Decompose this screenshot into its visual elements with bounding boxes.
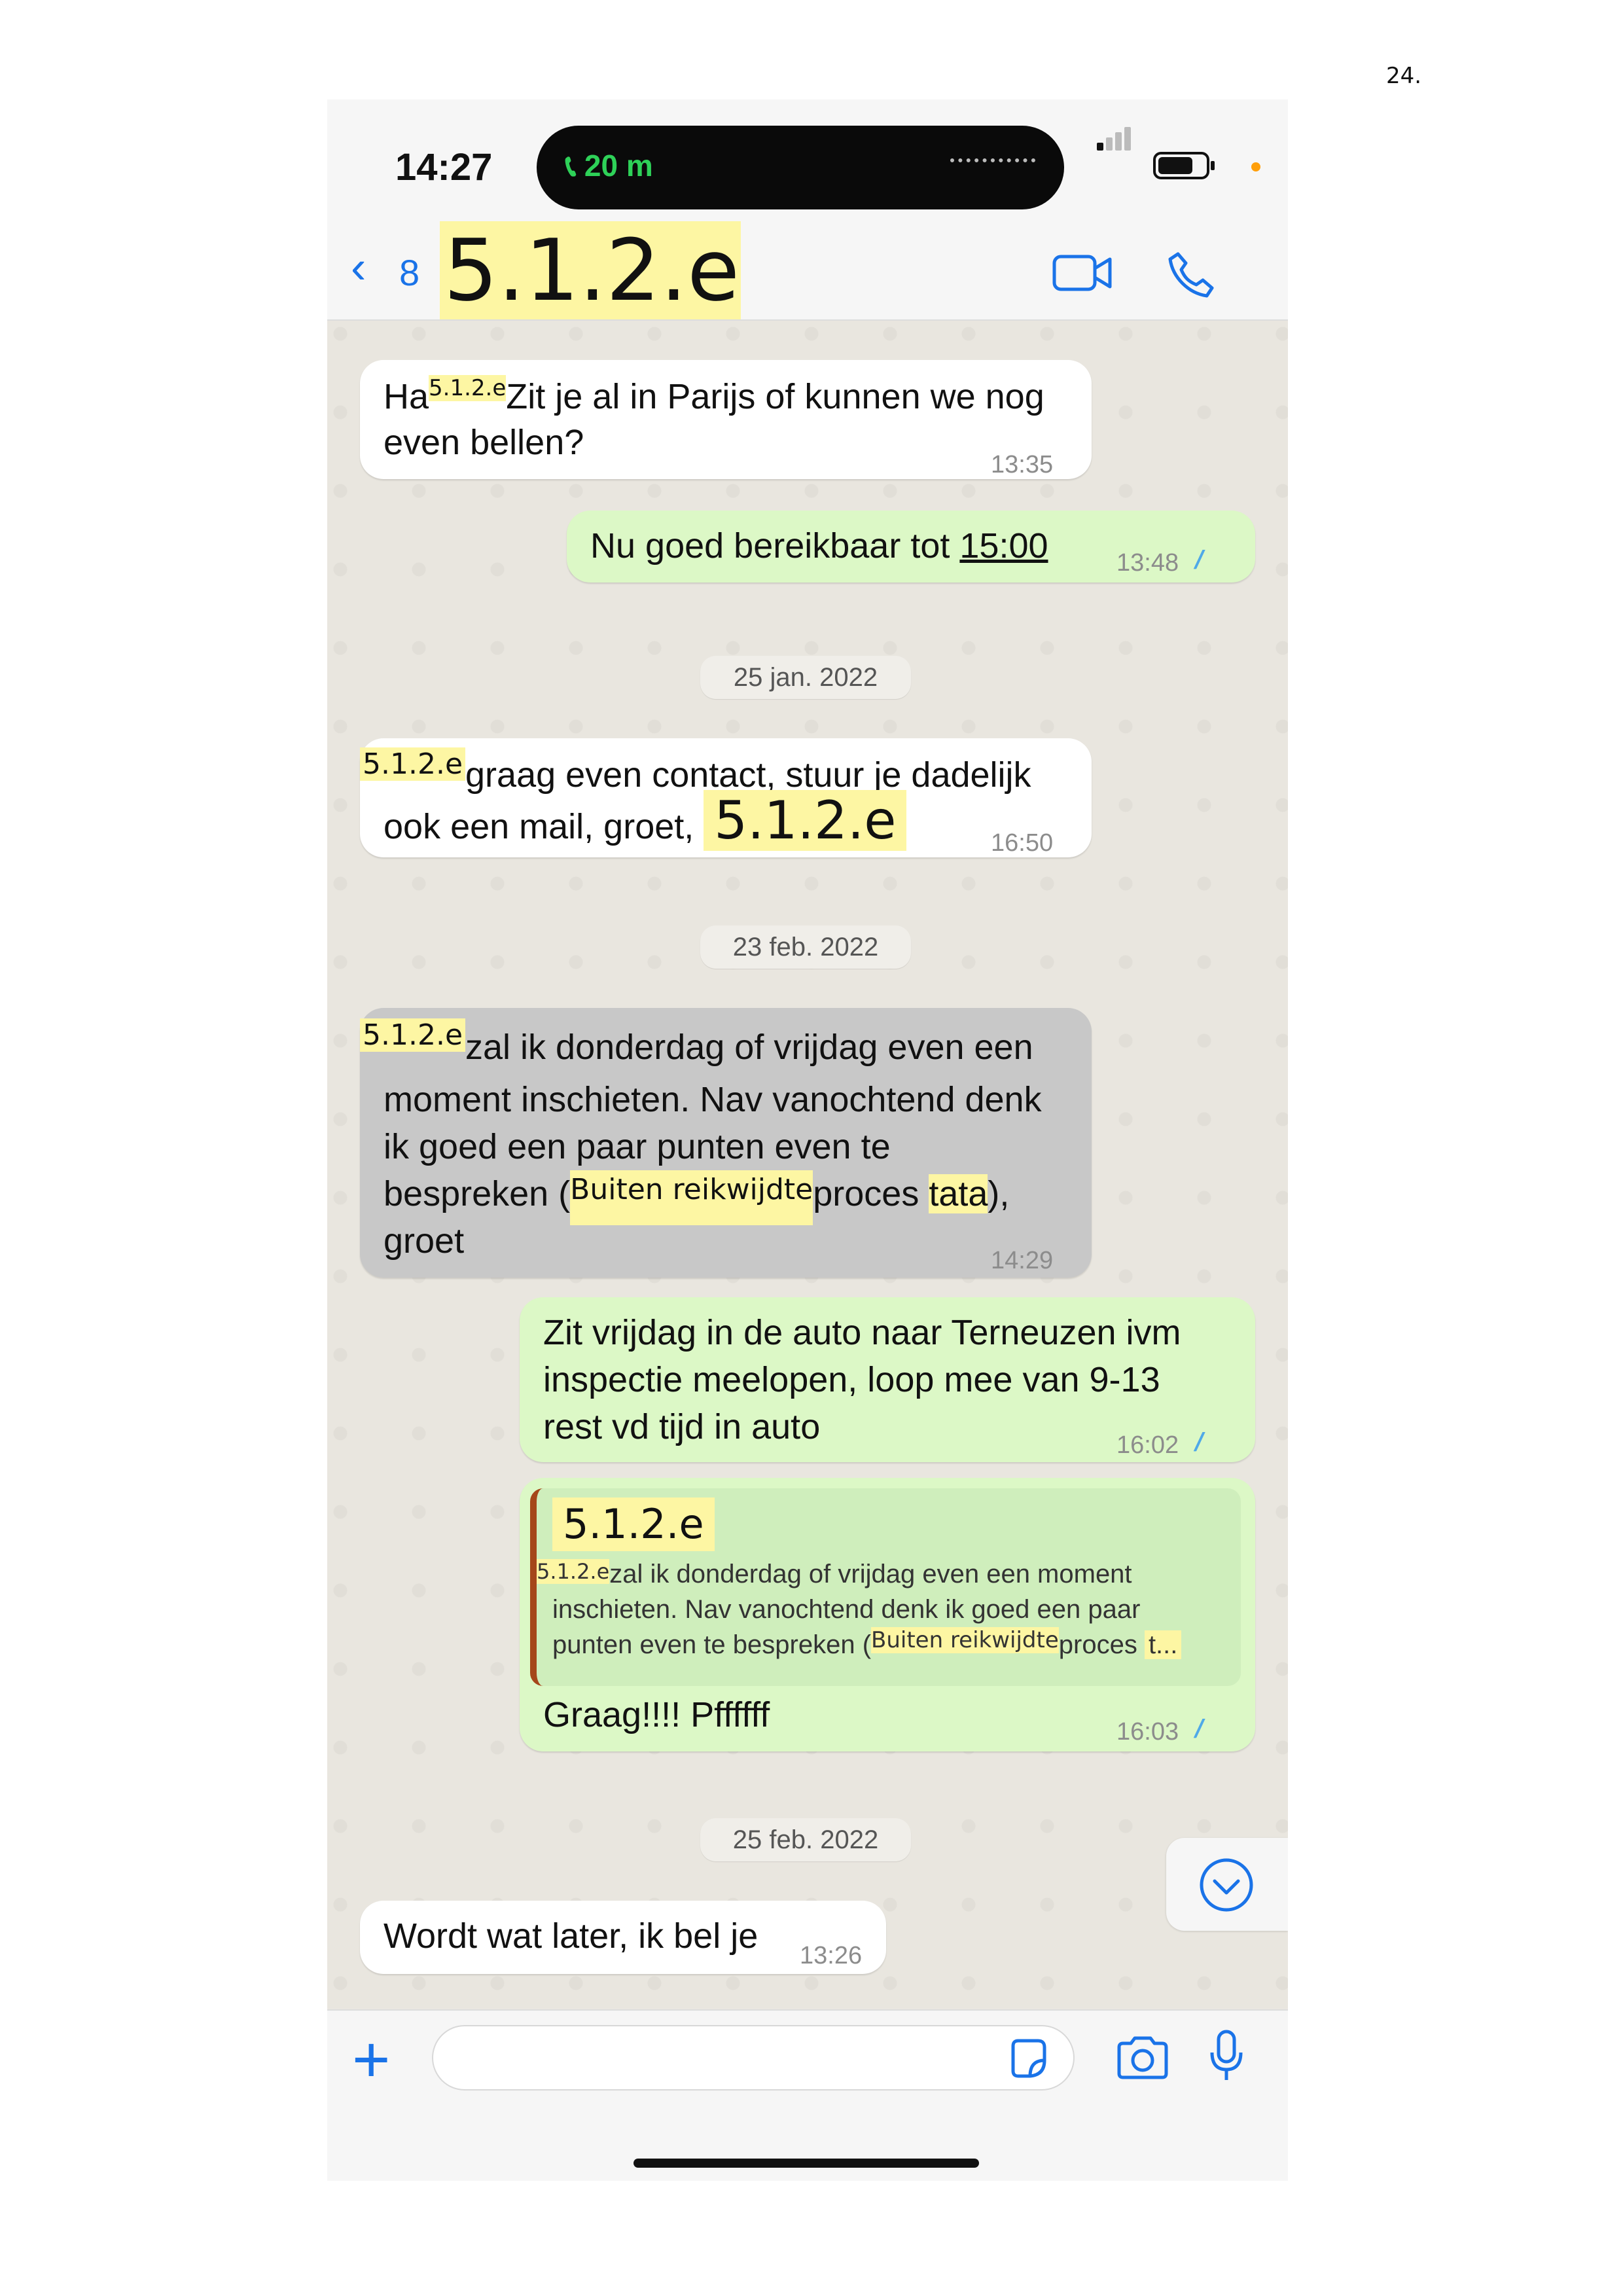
- unread-count[interactable]: 8: [399, 251, 419, 294]
- message-outgoing[interactable]: Nu goed bereikbaar tot 15:00 13:48 //: [567, 511, 1255, 583]
- redaction-label: t...: [1144, 1630, 1182, 1659]
- message-time: 16:50: [991, 829, 1054, 857]
- video-call-icon[interactable]: [1052, 253, 1113, 293]
- read-receipt-icon: //: [1195, 1715, 1204, 1744]
- message-incoming[interactable]: Ha5.1.2.eZit je al in Parijs of kunnen w…: [360, 360, 1092, 479]
- redaction-label: 5.1.2.e: [360, 747, 466, 781]
- status-bar: 14:27 📞︎ 20 m: [327, 99, 1288, 217]
- message-text: ik goed een paar punten even te: [383, 1127, 891, 1166]
- redaction-label: Buiten reikwijdte: [871, 1627, 1059, 1653]
- sticker-icon[interactable]: [1007, 2037, 1050, 2080]
- home-indicator[interactable]: [633, 2159, 979, 2168]
- battery-icon: [1153, 152, 1215, 179]
- message-text: Zit je al in Parijs of kunnen we nog: [506, 377, 1044, 416]
- message-text: inspectie meelopen, loop mee van 9-13: [543, 1360, 1160, 1399]
- microphone-icon[interactable]: [1207, 2029, 1246, 2084]
- redaction-label: 5.1.2.e: [537, 1559, 610, 1584]
- privacy-indicator: [1251, 162, 1260, 171]
- message-text: graag even contact, stuur je dadelijk: [465, 755, 1031, 795]
- chevron-left-icon[interactable]: ‹: [351, 241, 366, 293]
- time-link[interactable]: 15:00: [959, 526, 1048, 565]
- call-duration: 20 m: [584, 149, 653, 183]
- audio-wave-icon: [950, 158, 1035, 162]
- composer-bar: +: [327, 2009, 1288, 2181]
- message-list[interactable]: Ha5.1.2.eZit je al in Parijs of kunnen w…: [327, 321, 1288, 2008]
- redaction-label: 5.1.2.e: [429, 375, 507, 401]
- quoted-author: 5.1.2.e: [552, 1498, 715, 1551]
- quoted-text: inschieten. Nav vanochtend denk ik goed …: [552, 1595, 1141, 1624]
- message-incoming[interactable]: 5.1.2.egraag even contact, stuur je dade…: [360, 738, 1092, 857]
- date-separator: 23 feb. 2022: [700, 925, 911, 969]
- quoted-text: zal ik donderdag of vrijdag even een mom…: [609, 1560, 1132, 1588]
- date-separator: 25 jan. 2022: [700, 656, 911, 699]
- message-input[interactable]: [432, 2025, 1075, 2090]
- message-text: Zit vrijdag in de auto naar Terneuzen iv…: [543, 1313, 1181, 1352]
- message-time: 13:26: [800, 1942, 863, 1969]
- clock: 14:27: [395, 146, 493, 188]
- message-text: ),: [988, 1174, 1010, 1213]
- message-text: moment inschieten. Nav vanochtend denk: [383, 1080, 1042, 1119]
- camera-icon[interactable]: [1115, 2034, 1170, 2081]
- message-text: rest vd tijd in auto: [543, 1407, 821, 1446]
- date-separator: 25 feb. 2022: [700, 1818, 911, 1861]
- redaction-label: 5.1.2.e: [704, 790, 907, 851]
- message-text: ook een mail, groet,: [383, 807, 704, 846]
- message-text: Graag!!!! Pffffff: [543, 1695, 770, 1734]
- message-text: groet: [383, 1221, 465, 1261]
- message-time: 16:03: [1116, 1718, 1179, 1746]
- message-text: Ha: [383, 377, 429, 416]
- message-time: 13:35: [991, 451, 1054, 478]
- message-outgoing[interactable]: Zit vrijdag in de auto naar Terneuzen iv…: [520, 1297, 1255, 1462]
- read-receipt-icon: //: [1195, 1428, 1204, 1457]
- phone-icon: 📞︎: [565, 149, 577, 183]
- message-outgoing-reply[interactable]: 5.1.2.e 5.1.2.ezal ik donderdag of vrijd…: [520, 1478, 1255, 1751]
- message-incoming[interactable]: Wordt wat later, ik bel je 13:26: [360, 1901, 886, 1974]
- page-number: 24.: [1386, 63, 1422, 89]
- chevron-down-circle-icon: [1200, 1858, 1253, 1912]
- read-receipt-icon: //: [1195, 546, 1204, 575]
- contact-name[interactable]: 5.1.2.e: [440, 221, 741, 319]
- phone-call-icon[interactable]: [1166, 250, 1215, 298]
- message-time: 16:02: [1116, 1431, 1179, 1459]
- message-text: zal ik donderdag of vrijdag even een: [465, 1028, 1033, 1067]
- redaction-label: 5.1.2.e: [360, 1018, 466, 1052]
- quoted-text: proces: [1058, 1630, 1145, 1659]
- quoted-message[interactable]: 5.1.2.e 5.1.2.ezal ik donderdag of vrijd…: [530, 1488, 1241, 1686]
- phone-screen: 14:27 📞︎ 20 m ‹ 8 5.1.2.e Ha5.1.2.eZit j…: [327, 99, 1288, 2181]
- message-text: Wordt wat later, ik bel je: [383, 1916, 758, 1956]
- scroll-to-bottom-button[interactable]: [1166, 1838, 1288, 1931]
- message-time: 13:48: [1116, 549, 1179, 577]
- message-text: even bellen?: [383, 423, 584, 462]
- redaction-label: Buiten reikwijdte: [570, 1170, 813, 1225]
- quoted-text: punten even te bespreken (: [552, 1630, 872, 1659]
- message-time: 14:29: [991, 1247, 1054, 1274]
- dynamic-island[interactable]: 📞︎ 20 m: [537, 126, 1064, 209]
- message-text: bespreken (: [383, 1174, 571, 1213]
- chat-header: ‹ 8 5.1.2.e: [327, 217, 1288, 321]
- plus-icon[interactable]: +: [352, 2022, 390, 2098]
- call-indicator: 📞︎ 20 m: [565, 148, 653, 185]
- message-incoming-selected[interactable]: 5.1.2.ezal ik donderdag of vrijdag even …: [360, 1008, 1092, 1278]
- redaction-label: tata: [929, 1174, 988, 1213]
- message-text: proces: [813, 1174, 929, 1213]
- message-text: Nu goed bereikbaar tot: [590, 526, 960, 565]
